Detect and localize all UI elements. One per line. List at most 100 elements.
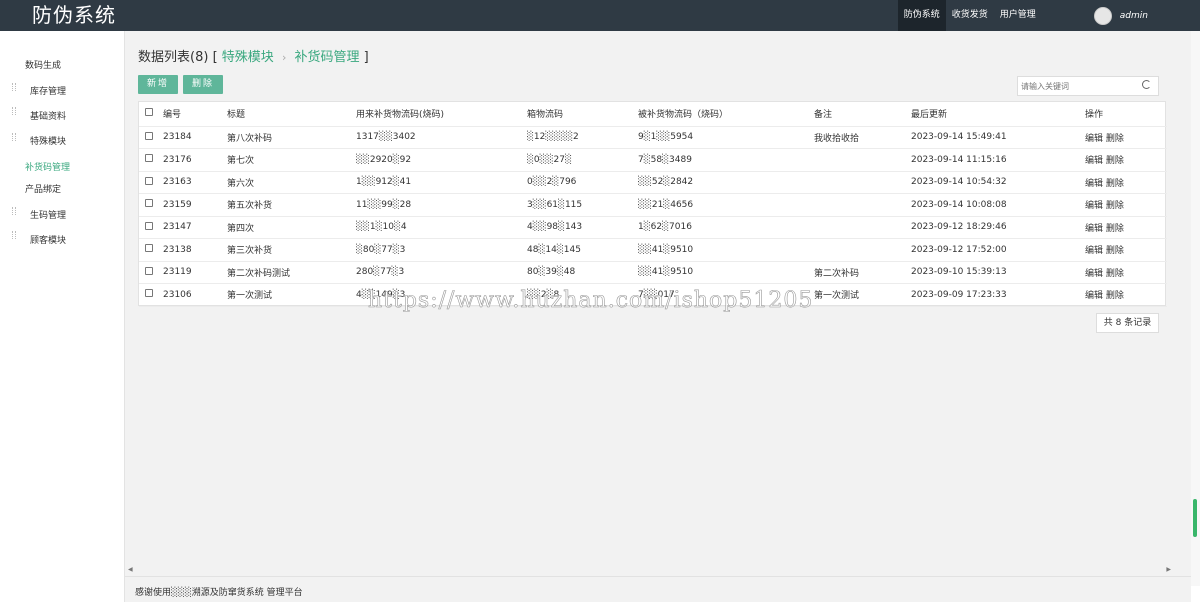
search-icon[interactable] <box>1142 80 1151 89</box>
cell-restock-code: 4░░149░3 <box>356 283 527 307</box>
column-header: 备注 <box>814 102 911 127</box>
row-checkbox[interactable] <box>145 266 153 275</box>
column-header: 最后更新 <box>911 102 1085 127</box>
topnav-anti-fake[interactable]: 防伪系统 <box>897 0 946 31</box>
cell-updated: 2023-09-10 15:39:13 <box>911 261 1085 284</box>
edit-link[interactable]: 编辑 <box>1085 134 1103 144</box>
cell-box-code: 0░░2░796 <box>527 171 638 194</box>
horizontal-scrollbar[interactable]: ◀ ▶ <box>125 566 1175 576</box>
delete-link[interactable]: 删除 <box>1106 201 1124 211</box>
cell-updated: 2023-09-12 18:29:46 <box>911 216 1085 239</box>
cell-note <box>814 238 911 262</box>
top-nav: 防伪系统 收货发货 用户管理 admin <box>897 0 1200 31</box>
scroll-right-icon[interactable]: ▶ <box>1166 566 1171 573</box>
sidebar-item-code-gen[interactable]: 数码生成 <box>25 58 61 71</box>
column-header: 用来补货物流码(烧码) <box>356 102 527 127</box>
top-bar: 防伪系统 防伪系统 收货发货 用户管理 admin <box>0 0 1200 31</box>
delete-button[interactable]: 删除 <box>183 75 223 94</box>
avatar[interactable] <box>1093 6 1112 25</box>
sidebar-item-product-bind[interactable]: 产品绑定 <box>25 182 61 195</box>
delete-link[interactable]: 删除 <box>1106 291 1124 301</box>
cell-target-code: 7░58░3489 <box>638 148 814 172</box>
delete-link[interactable]: 删除 <box>1106 224 1124 234</box>
edit-link[interactable]: 编辑 <box>1085 201 1103 211</box>
table-row: 23159 第五次补货 11░░99░28 3░░61░115 ░░21░4656 202… <box>139 193 1167 217</box>
scroll-left-icon[interactable]: ◀ <box>128 566 133 573</box>
cell-box-code: 48░14░145 <box>527 238 638 262</box>
cell-id: 23138 <box>163 238 227 262</box>
edit-link[interactable]: 编辑 <box>1085 269 1103 279</box>
delete-link[interactable]: 删除 <box>1106 134 1124 144</box>
cell-box-code: ░12░░░░2 <box>527 126 638 149</box>
sidebar-item-restock-code[interactable]: 补货码管理 <box>25 160 70 173</box>
cell-updated: 2023-09-09 17:23:33 <box>911 283 1085 307</box>
page-title-count: 数据列表(8) <box>138 50 209 65</box>
row-checkbox[interactable] <box>145 199 153 208</box>
delete-link[interactable]: 删除 <box>1106 156 1124 166</box>
user-name[interactable]: admin <box>1120 11 1148 21</box>
row-checkbox[interactable] <box>145 154 153 163</box>
page-title: 数据列表(8) [ 特殊模块 › 补货码管理 ] <box>138 46 369 65</box>
sidebar-item-code-manage[interactable]: 生码管理 <box>30 208 66 221</box>
sidebar-item-inventory[interactable]: 库存管理 <box>30 84 66 97</box>
cell-title: 第四次 <box>227 216 356 239</box>
scrollbar-thumb[interactable] <box>1193 499 1197 537</box>
table-row: 23147 第四次 ░░1░10░4 4░░98░143 1░62░7016 2023-0… <box>139 216 1167 239</box>
edit-link[interactable]: 编辑 <box>1085 224 1103 234</box>
sidebar-item-special[interactable]: 特殊模块 <box>30 134 66 147</box>
edit-link[interactable]: 编辑 <box>1085 179 1103 189</box>
edit-link[interactable]: 编辑 <box>1085 291 1103 301</box>
cell-target-code: ░░41░9510 <box>638 238 814 262</box>
table-row: 23106 第一次测试 4░░149░3 ░░2░8 7░░017 第一次测试 2023-0… <box>139 283 1167 307</box>
search-input[interactable] <box>1018 77 1136 95</box>
row-checkbox[interactable] <box>145 221 153 230</box>
cell-id: 23163 <box>163 171 227 194</box>
column-header: 编号 <box>163 102 227 127</box>
edit-link[interactable]: 编辑 <box>1085 246 1103 256</box>
breadcrumb-separator-icon: › <box>281 51 287 64</box>
cell-title: 第五次补货 <box>227 193 356 217</box>
sidebar-item-customer[interactable]: 顾客模块 <box>30 233 66 246</box>
sidebar-item-basic-data[interactable]: 基础资料 <box>30 109 66 122</box>
cell-note <box>814 193 911 217</box>
cell-note <box>814 148 911 172</box>
breadcrumb-special[interactable]: 特殊模块 <box>222 50 274 65</box>
cell-restock-code: 1317░░3402 <box>356 126 527 149</box>
row-checkbox[interactable] <box>145 244 153 253</box>
row-checkbox[interactable] <box>145 131 153 140</box>
delete-link[interactable]: 删除 <box>1106 269 1124 279</box>
search-box[interactable] <box>1017 76 1159 96</box>
delete-link[interactable]: 删除 <box>1106 246 1124 256</box>
cell-target-code: ░░21░4656 <box>638 193 814 217</box>
delete-link[interactable]: 删除 <box>1106 179 1124 189</box>
cell-id: 23184 <box>163 126 227 149</box>
edit-link[interactable]: 编辑 <box>1085 156 1103 166</box>
topnav-users[interactable]: 用户管理 <box>994 0 1042 31</box>
cell-restock-code: ░░1░10░4 <box>356 216 527 239</box>
cell-note <box>814 216 911 239</box>
cell-restock-code: 280░77░3 <box>356 261 527 284</box>
table-row: 23163 第六次 1░░912░41 0░░2░796 ░░52░2842 2023-0… <box>139 171 1167 194</box>
vertical-scrollbar[interactable] <box>1191 31 1200 586</box>
cell-box-code: ░░2░8 <box>527 283 638 307</box>
cell-updated: 2023-09-14 10:54:32 <box>911 171 1085 194</box>
user-menu[interactable]: admin <box>1093 0 1148 31</box>
cell-title: 第一次测试 <box>227 283 356 307</box>
cell-title: 第七次 <box>227 148 356 172</box>
table-row: 23176 第七次 ░░2920░92 ░0░░27░ 7░58░3489 2023-09… <box>139 148 1167 172</box>
cell-note: 第一次测试 <box>814 283 911 307</box>
data-table: 编号 标题 用来补货物流码(烧码) 箱物流码 被补货物流码（烧码） 备注 最后更… <box>138 101 1167 307</box>
cell-id: 23106 <box>163 283 227 307</box>
table-header-row: 编号 标题 用来补货物流码(烧码) 箱物流码 被补货物流码（烧码） 备注 最后更… <box>139 102 1167 127</box>
topnav-shipping[interactable]: 收货发货 <box>946 0 994 31</box>
sidebar: 数码生成 库存管理 基础资料 特殊模块 补货码管理 产品绑定 生码管理 顾客模块 <box>0 31 125 602</box>
cell-title: 第八次补码 <box>227 126 356 149</box>
add-button[interactable]: 新增 <box>138 75 178 94</box>
drag-handle-icon <box>12 231 16 239</box>
breadcrumb-close: ] <box>363 50 369 65</box>
cell-updated: 2023-09-14 11:15:16 <box>911 148 1085 172</box>
row-checkbox[interactable] <box>145 176 153 185</box>
breadcrumb-restock[interactable]: 补货码管理 <box>294 50 359 65</box>
row-checkbox[interactable] <box>145 289 153 298</box>
select-all-checkbox[interactable] <box>145 108 153 117</box>
